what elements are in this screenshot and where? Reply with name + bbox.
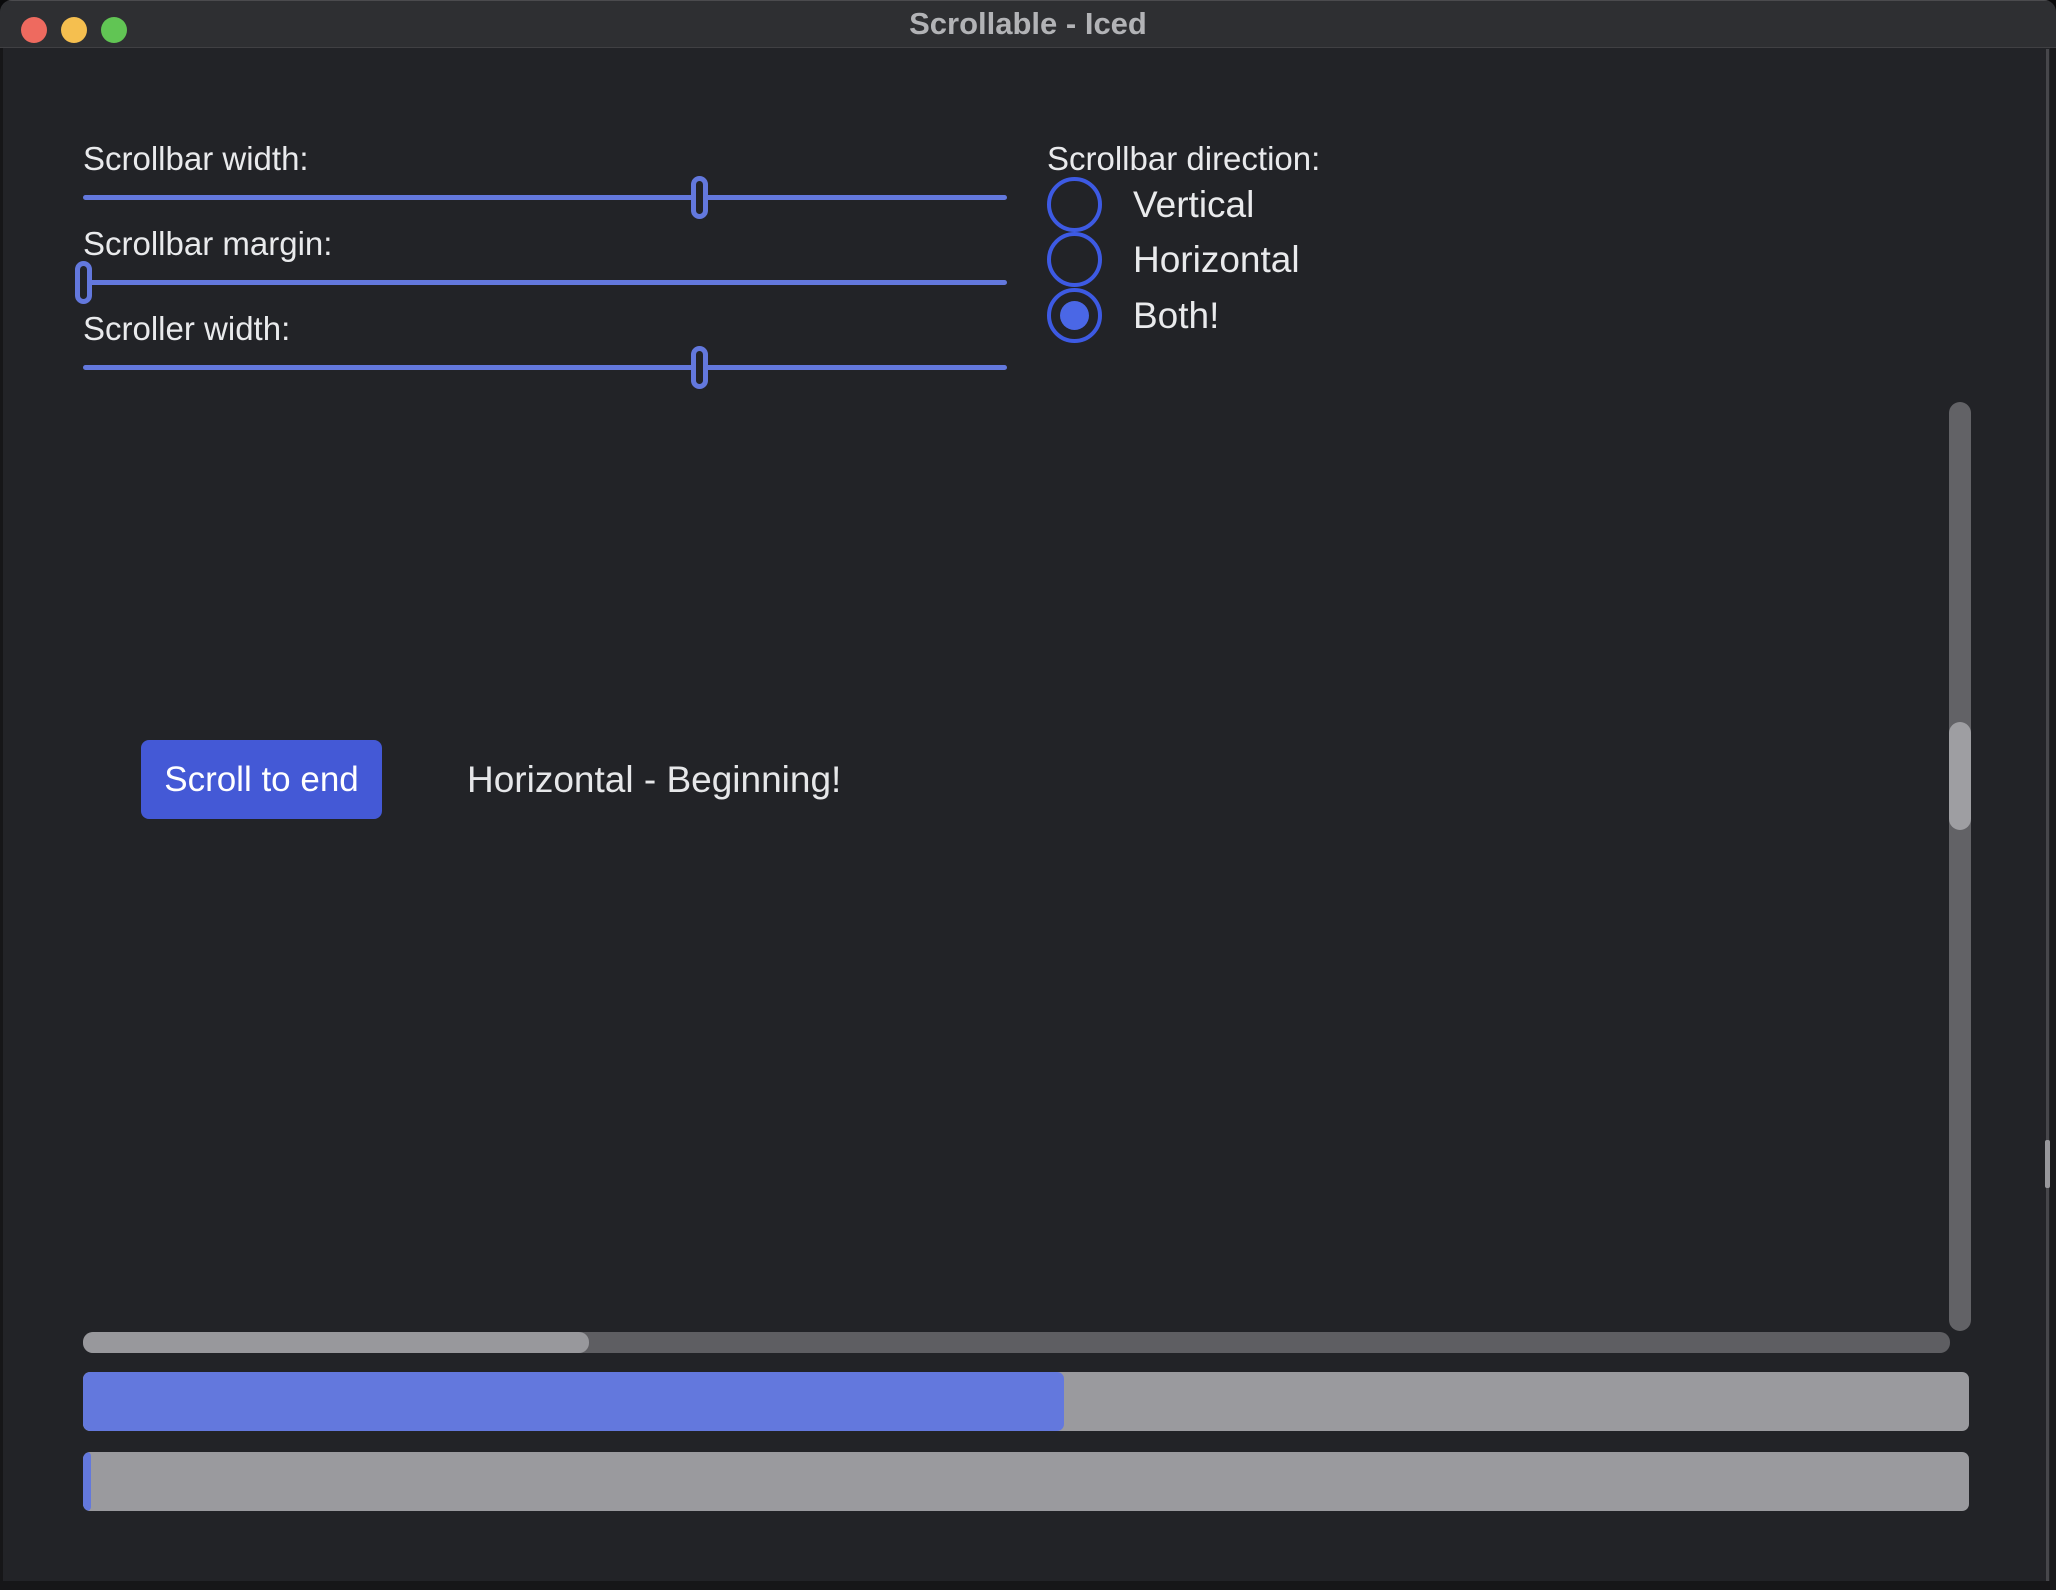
scrollbar-margin-label: Scrollbar margin: — [83, 225, 332, 263]
scrollbar-margin-slider-rail[interactable] — [83, 280, 1007, 285]
radio-label-horizontal: Horizontal — [1133, 232, 1300, 287]
window-edge-scrollbar-scroller[interactable] — [2045, 1140, 2050, 1188]
window-bottom-edge — [0, 1581, 2056, 1590]
vertical-scrollbar-track[interactable] — [1949, 402, 1971, 1331]
radio-circle-horizontal[interactable] — [1047, 232, 1102, 287]
scroller-width-label: Scroller width: — [83, 310, 290, 348]
window-left-edge — [0, 48, 3, 1590]
window-right-edge — [2050, 48, 2056, 1590]
horizontal-progress-fill — [83, 1452, 91, 1511]
app-window: Scrollable - Iced Scrollbar width: Scrol… — [0, 0, 2056, 1590]
scrollbar-width-slider-handle[interactable] — [691, 176, 708, 219]
scrollbar-width-label: Scrollbar width: — [83, 140, 309, 178]
scroller-width-slider-rail[interactable] — [83, 365, 1007, 370]
horizontal-progress-bar — [83, 1452, 1969, 1511]
vertical-scrollbar-scroller[interactable] — [1949, 722, 1971, 830]
scroller-width-slider-handle[interactable] — [691, 346, 708, 389]
scrollbar-direction-label: Scrollbar direction: — [1047, 140, 1320, 178]
window-edge-scrollbar-track — [2046, 49, 2049, 1581]
scroll-to-end-button[interactable]: Scroll to end — [141, 740, 382, 819]
vertical-progress-fill — [83, 1372, 1064, 1431]
window-title: Scrollable - Iced — [0, 1, 2056, 49]
scrollbar-margin-slider-handle[interactable] — [75, 261, 92, 304]
radio-circle-both[interactable] — [1047, 288, 1102, 343]
horizontal-scrollbar-scroller[interactable] — [83, 1332, 589, 1353]
vertical-progress-bar — [83, 1372, 1969, 1431]
radio-label-vertical: Vertical — [1133, 177, 1254, 232]
radio-label-both: Both! — [1133, 288, 1219, 343]
scroll-status-text: Horizontal - Beginning! — [467, 740, 841, 819]
title-bar[interactable]: Scrollable - Iced — [0, 0, 2056, 48]
radio-circle-vertical[interactable] — [1047, 177, 1102, 232]
scrollbar-width-slider-rail[interactable] — [83, 195, 1007, 200]
